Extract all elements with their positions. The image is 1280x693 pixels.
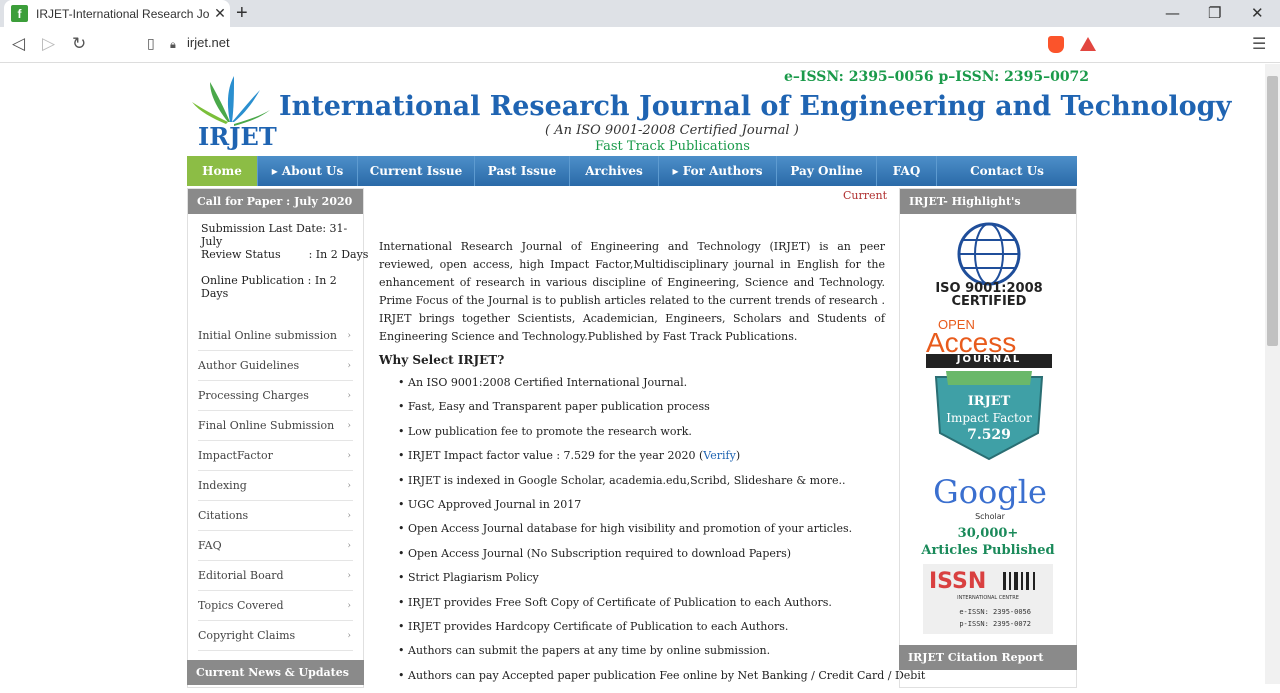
forward-icon[interactable]: ▷	[42, 34, 55, 54]
svg-text:7.529: 7.529	[967, 427, 1011, 443]
svg-text:e-ISSN: 2395-0056: e-ISSN: 2395-0056	[959, 608, 1031, 616]
online-publication: Online Publication : In 2 Days	[201, 274, 337, 300]
svg-text:Impact Factor: Impact Factor	[946, 411, 1032, 425]
list-item: Open Access Journal (No Subscription req…	[398, 547, 888, 571]
nav-for-authors[interactable]: ▸ For Authors	[659, 156, 777, 186]
benefits-list: An ISO 9001:2008 Certified International…	[398, 376, 925, 693]
iso-certified-badge: ISO 9001:2008 CERTIFIED	[935, 222, 1043, 306]
bookmark-icon[interactable]: ▯	[147, 36, 155, 52]
current-link[interactable]: Current	[843, 189, 887, 202]
sidebar-item[interactable]: Initial Online submission ›	[198, 321, 353, 351]
citation-report-heading: IRJET Citation Report	[899, 645, 1077, 670]
list-item: IRJET Impact factor value : 7.529 for th…	[398, 449, 888, 473]
tab-title: IRJET-International Research Journ	[36, 6, 210, 21]
list-item: Low publication fee to promote the resea…	[398, 425, 888, 449]
svg-text:ISSN: ISSN	[929, 569, 986, 594]
nav-past-issue[interactable]: Past Issue	[475, 156, 570, 186]
sidebar-item[interactable]: Copyright Claims ›	[198, 621, 353, 651]
highlights-heading: IRJET- Highlight's	[900, 189, 1076, 214]
web-page: e–ISSN: 2395–0056 p–ISSN: 2395–0072 IRJE…	[0, 64, 1265, 688]
sidebar-item[interactable]: Author Guidelines ›	[198, 351, 353, 381]
iso-subtitle: ( An ISO 9001-2008 Certified Journal )	[545, 123, 799, 138]
sidebar-item[interactable]: Processing Charges ›	[198, 381, 353, 411]
list-item: Open Access Journal database for high vi…	[398, 522, 888, 546]
nav-about-us[interactable]: ▸ About Us	[258, 156, 358, 186]
intro-paragraph: International Research Journal of Engine…	[379, 240, 885, 343]
minimize-icon[interactable]: —	[1165, 4, 1180, 22]
list-item: IRJET is indexed in Google Scholar, acad…	[398, 474, 888, 498]
issn-header: e–ISSN: 2395–0056 p–ISSN: 2395–0072	[784, 69, 1090, 85]
news-heading: Current News & Updates	[187, 660, 364, 685]
nav-archives[interactable]: Archives	[570, 156, 659, 186]
fast-track-subtitle: Fast Track Publications	[595, 139, 750, 154]
sidebar-item[interactable]: Indexing ›	[198, 471, 353, 501]
list-item: An ISO 9001:2008 Certified International…	[398, 376, 888, 400]
sidebar-item[interactable]: Citations ›	[198, 501, 353, 531]
sidebar-item[interactable]: Final Online Submission ›	[198, 411, 353, 441]
close-tab-icon[interactable]: ✕	[210, 5, 230, 22]
nav-pay-online[interactable]: Pay Online	[777, 156, 877, 186]
main-nav: Home ▸ About Us Current Issue Past Issue…	[187, 156, 1077, 186]
open-access-badge: OPEN Access JOURNAL	[926, 317, 1052, 368]
call-for-paper-heading: Call for Paper : July 2020	[188, 189, 363, 214]
brave-rewards-icon[interactable]	[1080, 37, 1096, 51]
call-info: Submission Last Date: 31-July Review Sta…	[188, 214, 369, 300]
list-item: Fast, Easy and Transparent paper publica…	[398, 400, 888, 424]
close-window-icon[interactable]: ✕	[1251, 4, 1264, 22]
back-icon[interactable]: ◁	[12, 34, 25, 54]
maximize-icon[interactable]: ❐	[1208, 4, 1221, 22]
sidebar-item[interactable]: Editorial Board ›	[198, 561, 353, 591]
verify-link[interactable]: Verify	[703, 449, 736, 462]
sidebar-links: Initial Online submission › Author Guidel…	[188, 321, 363, 651]
journal-title[interactable]: International Research Journal of Engine…	[279, 91, 1231, 122]
google-scholar-badge: Google Scholar	[933, 473, 1047, 521]
sidebar-item[interactable]: FAQ ›	[198, 531, 353, 561]
list-item: IRJET provides Free Soft Copy of Certifi…	[398, 596, 888, 620]
svg-text:p-ISSN: 2395-0072: p-ISSN: 2395-0072	[959, 620, 1031, 628]
svg-text:Scholar: Scholar	[975, 512, 1006, 521]
issn-badge: ISSN INTERNATIONAL CENTRE e-ISSN: 2395-0…	[923, 564, 1053, 634]
nav-home[interactable]: Home	[187, 156, 258, 186]
address-bar[interactable]: irjet.net	[187, 35, 230, 50]
nav-faq[interactable]: FAQ	[877, 156, 937, 186]
articles-count: 30,000+ Articles Published	[921, 526, 1055, 558]
brave-shield-icon[interactable]	[1048, 36, 1064, 53]
favicon-icon: f	[11, 5, 28, 22]
submission-date: Submission Last Date: 31-July	[201, 222, 348, 248]
svg-text:CERTIFIED: CERTIFIED	[952, 294, 1027, 306]
scrollbar-thumb[interactable]	[1267, 76, 1278, 346]
browser-tab[interactable]: f IRJET-International Research Journ ✕	[4, 0, 230, 27]
left-sidebar: Call for Paper : July 2020 Submission La…	[187, 188, 369, 688]
why-heading: Why Select IRJET?	[379, 353, 505, 367]
tab-strip: f IRJET-International Research Journ ✕ +…	[0, 0, 1280, 27]
nav-contact-us[interactable]: Contact Us	[937, 156, 1077, 186]
list-item: Authors can submit the papers at any tim…	[398, 644, 888, 668]
list-item: UGC Approved Journal in 2017	[398, 498, 888, 522]
menu-icon[interactable]: ☰	[1252, 34, 1266, 53]
svg-text:INTERNATIONAL CENTRE: INTERNATIONAL CENTRE	[957, 595, 1019, 601]
new-tab-button[interactable]: +	[236, 2, 248, 25]
list-item: Authors can pay Accepted paper publicati…	[398, 669, 925, 693]
reload-icon[interactable]: ↻	[72, 34, 86, 54]
nav-current-issue[interactable]: Current Issue	[358, 156, 475, 186]
lock-icon: 🔒︎	[170, 38, 176, 51]
svg-text:IRJET: IRJET	[968, 394, 1011, 409]
sidebar-item[interactable]: ImpactFactor ›	[198, 441, 353, 471]
impact-factor-shield: IRJET Impact Factor 7.529	[934, 371, 1044, 461]
review-status: Review Status : In 2 Days	[201, 248, 369, 261]
svg-text:Google: Google	[933, 473, 1047, 511]
list-item: Strict Plagiarism Policy	[398, 571, 888, 595]
sidebar-item[interactable]: Topics Covered ›	[198, 591, 353, 621]
logo-text: IRJET	[198, 122, 277, 151]
list-item: IRJET provides Hardcopy Certificate of P…	[398, 620, 888, 644]
